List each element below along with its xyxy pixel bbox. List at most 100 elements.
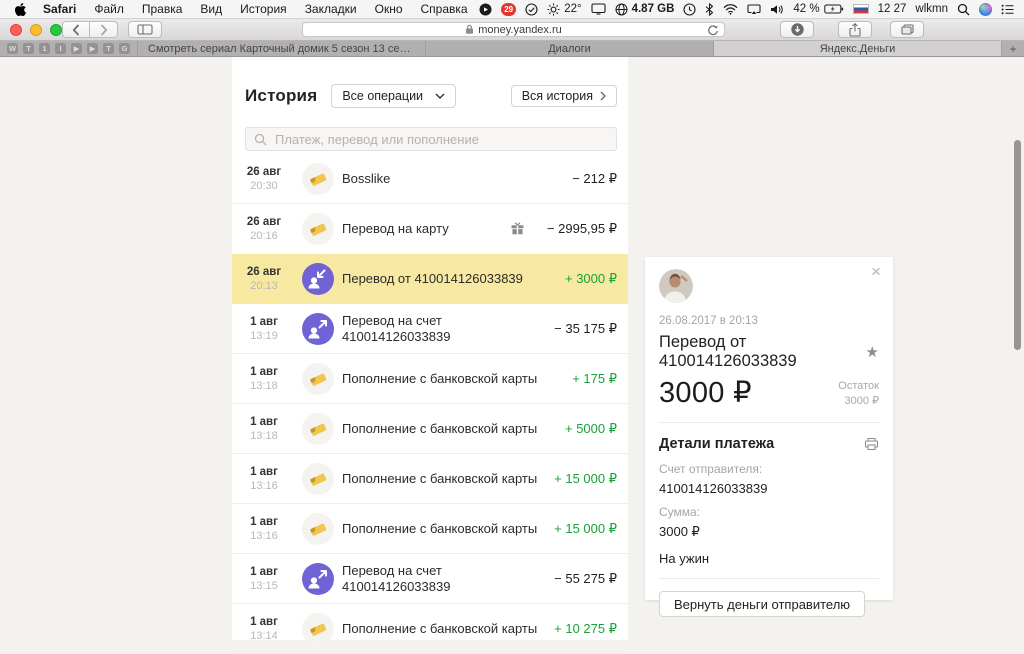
browser-tab[interactable]: Яндекс.Деньги [714,41,1002,56]
address-bar[interactable]: money.yandex.ru [302,22,725,37]
new-tab-button[interactable]: + [1002,41,1024,56]
menu-item[interactable]: Справка [421,2,468,16]
clock-label[interactable]: 12 27 [878,3,907,15]
forward-button[interactable] [90,21,118,38]
wifi-icon[interactable] [723,4,738,15]
reload-icon[interactable] [707,25,718,36]
search-field[interactable] [245,127,617,151]
volume-icon[interactable] [770,4,784,15]
page-title: История [245,86,317,106]
close-window-button[interactable] [10,24,22,36]
transfer-in-icon [302,263,334,295]
url-text: money.yandex.ru [478,24,562,36]
scrollbar-thumb[interactable] [1014,140,1021,350]
detail-fields: Счет отправителя: 410014126033839 Сумма:… [659,462,879,540]
all-history-label: Вся история [522,89,593,103]
transaction-date: 1 авг [245,366,283,378]
transaction-row[interactable]: 1 авг 13:18 Пополнение с банковской карт… [232,404,628,454]
language-flag-icon[interactable] [853,4,869,14]
detail-title: Перевод от 410014126033839 [659,333,866,371]
menu-item[interactable]: Окно [375,2,403,16]
apple-menu-icon[interactable] [14,2,27,17]
battery-item[interactable]: 42 % [793,3,843,15]
bluetooth-icon[interactable] [705,3,714,16]
transaction-row[interactable]: 26 авг 20:16 Перевод на карту [232,204,628,254]
transaction-time: 20:16 [245,230,283,242]
siri-icon[interactable] [979,3,992,16]
notification-badge[interactable]: 29 [501,3,516,16]
history-clock-icon[interactable] [683,3,696,16]
pinned-tab[interactable]: 1 [39,43,50,54]
notification-center-icon[interactable] [1001,4,1014,15]
transaction-time: 13:19 [245,330,283,342]
airplay-icon[interactable] [747,4,761,15]
share-button[interactable] [838,21,872,38]
back-button[interactable] [62,21,90,38]
menu-item[interactable]: Safari [43,2,76,16]
pinned-tab[interactable]: W [7,43,18,54]
pinned-tab[interactable]: ▶ [87,43,98,54]
operations-filter-dropdown[interactable]: Все операции [331,84,456,108]
balance-value: 3000 ₽ [838,394,879,409]
pinned-tab[interactable]: ▶ [71,43,82,54]
zoom-window-button[interactable] [50,24,62,36]
chevron-down-icon [435,93,445,99]
menu-item[interactable]: Правка [142,2,183,16]
tab-overview-button[interactable] [890,21,924,38]
transfer-out-icon [302,563,334,595]
transaction-amount: + 10 275 ₽ [554,621,617,637]
pinned-tab[interactable]: T [23,43,34,54]
spotlight-icon[interactable] [957,3,970,16]
menu-item[interactable]: История [240,2,287,16]
print-icon[interactable] [864,437,879,451]
transaction-title: Перевод на счет [342,563,450,579]
detail-section-title: Детали платежа [659,436,774,452]
pinned-tab[interactable]: T [103,43,114,54]
return-money-button[interactable]: Вернуть деньги отправителю [659,591,865,617]
favorite-star-icon[interactable]: ★ [866,343,879,361]
display-icon[interactable] [591,3,606,15]
history-panel: История Все операции Вся история 26 авг … [232,57,628,640]
field-label: Счет отправителя: [659,462,879,476]
weather-item[interactable]: 22° [547,3,581,16]
transaction-row[interactable]: 26 авг 20:30 Bosslike [232,154,628,204]
transaction-amount: + 5000 ₽ [565,421,617,437]
transaction-row[interactable]: 1 авг 13:15 Перевод на счет 410014126033… [232,554,628,604]
transaction-row[interactable]: 1 авг 13:19 Перевод на счет 410014126033… [232,304,628,354]
data-usage-item[interactable]: 4.87 GB [615,3,675,16]
pinned-tab[interactable]: I [55,43,66,54]
transaction-row[interactable]: 26 авг 20:13 Перевод от 410014126033839 [232,254,628,304]
search-icon [254,133,267,146]
transaction-title-line2: 410014126033839 [342,579,450,595]
sidebar-button[interactable] [128,21,162,38]
tab-bar: WT1I▶▶TG Смотреть сериал Карточный домик… [0,41,1024,57]
lock-icon [465,24,474,35]
close-icon[interactable]: × [871,263,881,280]
menu-item[interactable]: Файл [94,2,124,16]
transaction-date: 1 авг [245,466,283,478]
transaction-row[interactable]: 1 авг 13:18 Пополнение с банковской карт… [232,354,628,404]
menu-item[interactable]: Вид [200,2,222,16]
search-input[interactable] [273,131,608,148]
transaction-row[interactable]: 1 авг 13:16 Пополнение с банковской карт… [232,504,628,554]
wallet-icon [302,213,334,245]
username-label[interactable]: wlkmn [915,3,948,15]
transaction-date: 26 авг [245,166,283,178]
downloads-button[interactable] [780,21,814,38]
minimize-window-button[interactable] [30,24,42,36]
transaction-amount: + 3000 ₽ [565,271,617,287]
checkmark-menu-icon[interactable] [525,3,538,16]
transaction-time: 20:30 [245,180,283,192]
detail-datetime: 26.08.2017 в 20:13 [659,315,879,327]
browser-tab[interactable]: Смотреть сериал Карточный домик 5 сезон … [138,41,426,56]
all-history-link[interactable]: Вся история [511,85,617,107]
menu-item[interactable]: Закладки [305,2,357,16]
transaction-title: Пополнение с банковской карты [342,521,537,537]
pinned-tab[interactable]: G [119,43,130,54]
transaction-row[interactable]: 1 авг 13:16 Пополнение с банковской карт… [232,454,628,504]
transaction-row[interactable]: 1 авг 13:14 Пополнение с банковской карт… [232,604,628,654]
browser-tab[interactable]: Диалоги [426,41,714,56]
app-status-icon[interactable] [479,3,492,16]
payment-comment: На ужин [659,551,879,566]
transaction-amount: + 15 000 ₽ [554,521,617,537]
